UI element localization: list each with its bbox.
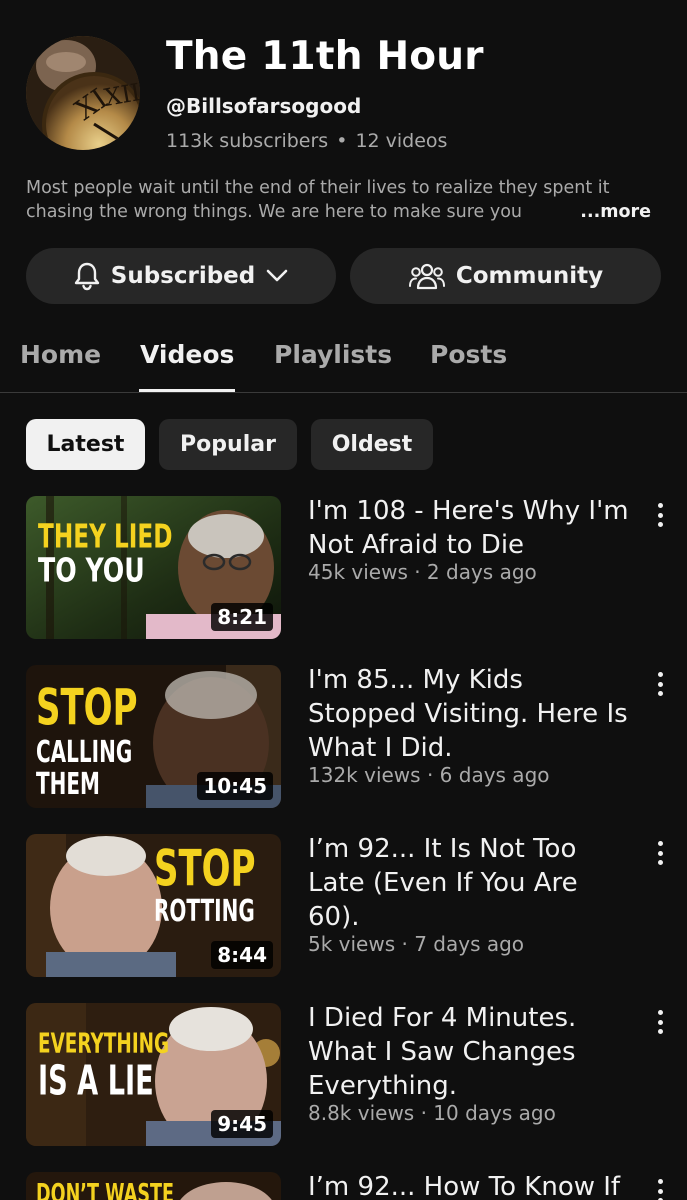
video-duration: 10:45 <box>197 772 273 800</box>
description-line: chasing the wrong things. We are here to… <box>26 200 666 224</box>
video-title[interactable]: I’m 92... How To Know If <box>308 1170 644 1200</box>
video-item[interactable]: EVERYTHING IS A LIE 9:45 I Died For 4 Mi… <box>0 1003 687 1153</box>
tab-home[interactable]: Home <box>20 340 101 369</box>
filter-chip-oldest[interactable]: Oldest <box>311 419 433 470</box>
video-title[interactable]: I’m 92... It Is Not Too Late (Even If Yo… <box>308 832 644 934</box>
description-line: Most people wait until the end of their … <box>26 178 610 198</box>
video-title-line: Everything. <box>308 1071 458 1101</box>
tab-videos[interactable]: Videos <box>140 340 234 369</box>
subscribed-button[interactable]: Subscribed <box>26 248 336 304</box>
bell-icon <box>73 261 101 291</box>
thumbnail-text: EVERYTHING <box>38 1028 170 1060</box>
thumbnail-text: CALLING <box>36 734 133 770</box>
description-text: chasing the wrong things. We are here to… <box>26 202 523 222</box>
community-button[interactable]: Community <box>350 248 661 304</box>
video-title[interactable]: I'm 85... My Kids Stopped Visiting. Here… <box>308 663 644 765</box>
active-tab-indicator <box>139 389 235 392</box>
channel-avatar[interactable]: XI XII <box>26 36 140 150</box>
video-duration: 8:21 <box>211 603 273 631</box>
channel-tabs: Home Videos Playlists Posts <box>0 326 687 393</box>
tab-posts[interactable]: Posts <box>430 340 507 369</box>
video-title-line: What I Did. <box>308 733 453 763</box>
video-item[interactable]: STOP ROTTING 8:44 I’m 92... It Is Not To… <box>0 834 687 984</box>
channel-description[interactable]: Most people wait until the end of their … <box>26 176 666 224</box>
video-count: 12 videos <box>355 130 448 152</box>
video-title-line: I’m 92... How To Know If <box>308 1172 621 1200</box>
thumbnail-text: TO YOU <box>38 550 145 590</box>
channel-handle: @Billsofarsogood <box>166 94 362 118</box>
community-label: Community <box>455 263 604 289</box>
channel-stats: 113k subscribers • 12 videos <box>166 130 447 152</box>
video-title-line: Not Afraid to Die <box>308 530 525 560</box>
video-title-line: I’m 92... It Is Not Too <box>308 834 577 864</box>
community-people-icon <box>408 261 446 291</box>
channel-title: The 11th Hour <box>166 34 484 79</box>
stats-separator: • <box>336 130 348 152</box>
video-thumbnail[interactable]: THEY LIED TO YOU 8:21 <box>26 496 281 639</box>
video-thumbnail[interactable]: STOP ROTTING 8:44 <box>26 834 281 977</box>
thumbnail-text: STOP <box>154 840 256 898</box>
thumbnail-text: DON’T WASTE <box>36 1179 175 1200</box>
video-title-line: Late (Even If You Are <box>308 868 578 898</box>
video-title-line: I'm 108 - Here's Why I'm <box>308 496 629 526</box>
video-item[interactable]: DON’T WASTE I’m 92... How To Know If <box>0 1172 687 1200</box>
video-meta: 132k views · 6 days ago <box>308 763 550 787</box>
channel-header: XI XII The 11th Hour @Billsofarsogood 11… <box>0 0 687 170</box>
more-vert-icon[interactable] <box>650 1176 670 1200</box>
thumbnail-text: ROTTING <box>154 893 255 929</box>
more-vert-icon[interactable] <box>650 1007 670 1037</box>
subscriber-count: 113k subscribers <box>166 130 329 152</box>
tab-playlists[interactable]: Playlists <box>274 340 392 369</box>
filter-chip-popular[interactable]: Popular <box>159 419 297 470</box>
chevron-down-icon <box>265 268 289 284</box>
video-meta: 5k views · 7 days ago <box>308 932 525 956</box>
video-title-line: 60). <box>308 902 360 932</box>
video-thumbnail[interactable]: DON’T WASTE <box>26 1172 281 1200</box>
clock-avatar-image: XI XII <box>26 36 140 150</box>
video-title[interactable]: I'm 108 - Here's Why I'm Not Afraid to D… <box>308 494 644 562</box>
video-duration: 9:45 <box>211 1110 273 1138</box>
video-item[interactable]: THEY LIED TO YOU 8:21 I'm 108 - Here's W… <box>0 496 687 646</box>
video-meta: 8.8k views · 10 days ago <box>308 1101 556 1125</box>
more-vert-icon[interactable] <box>650 669 670 699</box>
thumbnail-text: IS A LIE <box>38 1057 154 1106</box>
thumbnail-text: STOP <box>36 679 138 737</box>
subscribed-label: Subscribed <box>110 263 256 289</box>
more-vert-icon[interactable] <box>650 500 670 530</box>
video-duration: 8:44 <box>211 941 273 969</box>
thumbnail-text: THEY LIED <box>38 516 173 556</box>
video-title-line: I Died For 4 Minutes. <box>308 1003 577 1033</box>
video-meta: 45k views · 2 days ago <box>308 560 537 584</box>
video-title-line: I'm 85... My Kids <box>308 665 523 695</box>
video-title-line: Stopped Visiting. Here Is <box>308 699 628 729</box>
thumbnail-text: THEM <box>36 766 100 802</box>
more-vert-icon[interactable] <box>650 838 670 868</box>
video-thumbnail[interactable]: EVERYTHING IS A LIE 9:45 <box>26 1003 281 1146</box>
more-link[interactable]: ...more <box>556 200 651 224</box>
svg-text:XII: XII <box>102 78 140 112</box>
video-title-line: What I Saw Changes <box>308 1037 576 1067</box>
video-item[interactable]: STOP CALLING THEM 10:45 I'm 85... My Kid… <box>0 665 687 815</box>
video-title[interactable]: I Died For 4 Minutes. What I Saw Changes… <box>308 1001 644 1103</box>
filter-chip-latest[interactable]: Latest <box>26 419 145 470</box>
video-thumbnail[interactable]: STOP CALLING THEM 10:45 <box>26 665 281 808</box>
